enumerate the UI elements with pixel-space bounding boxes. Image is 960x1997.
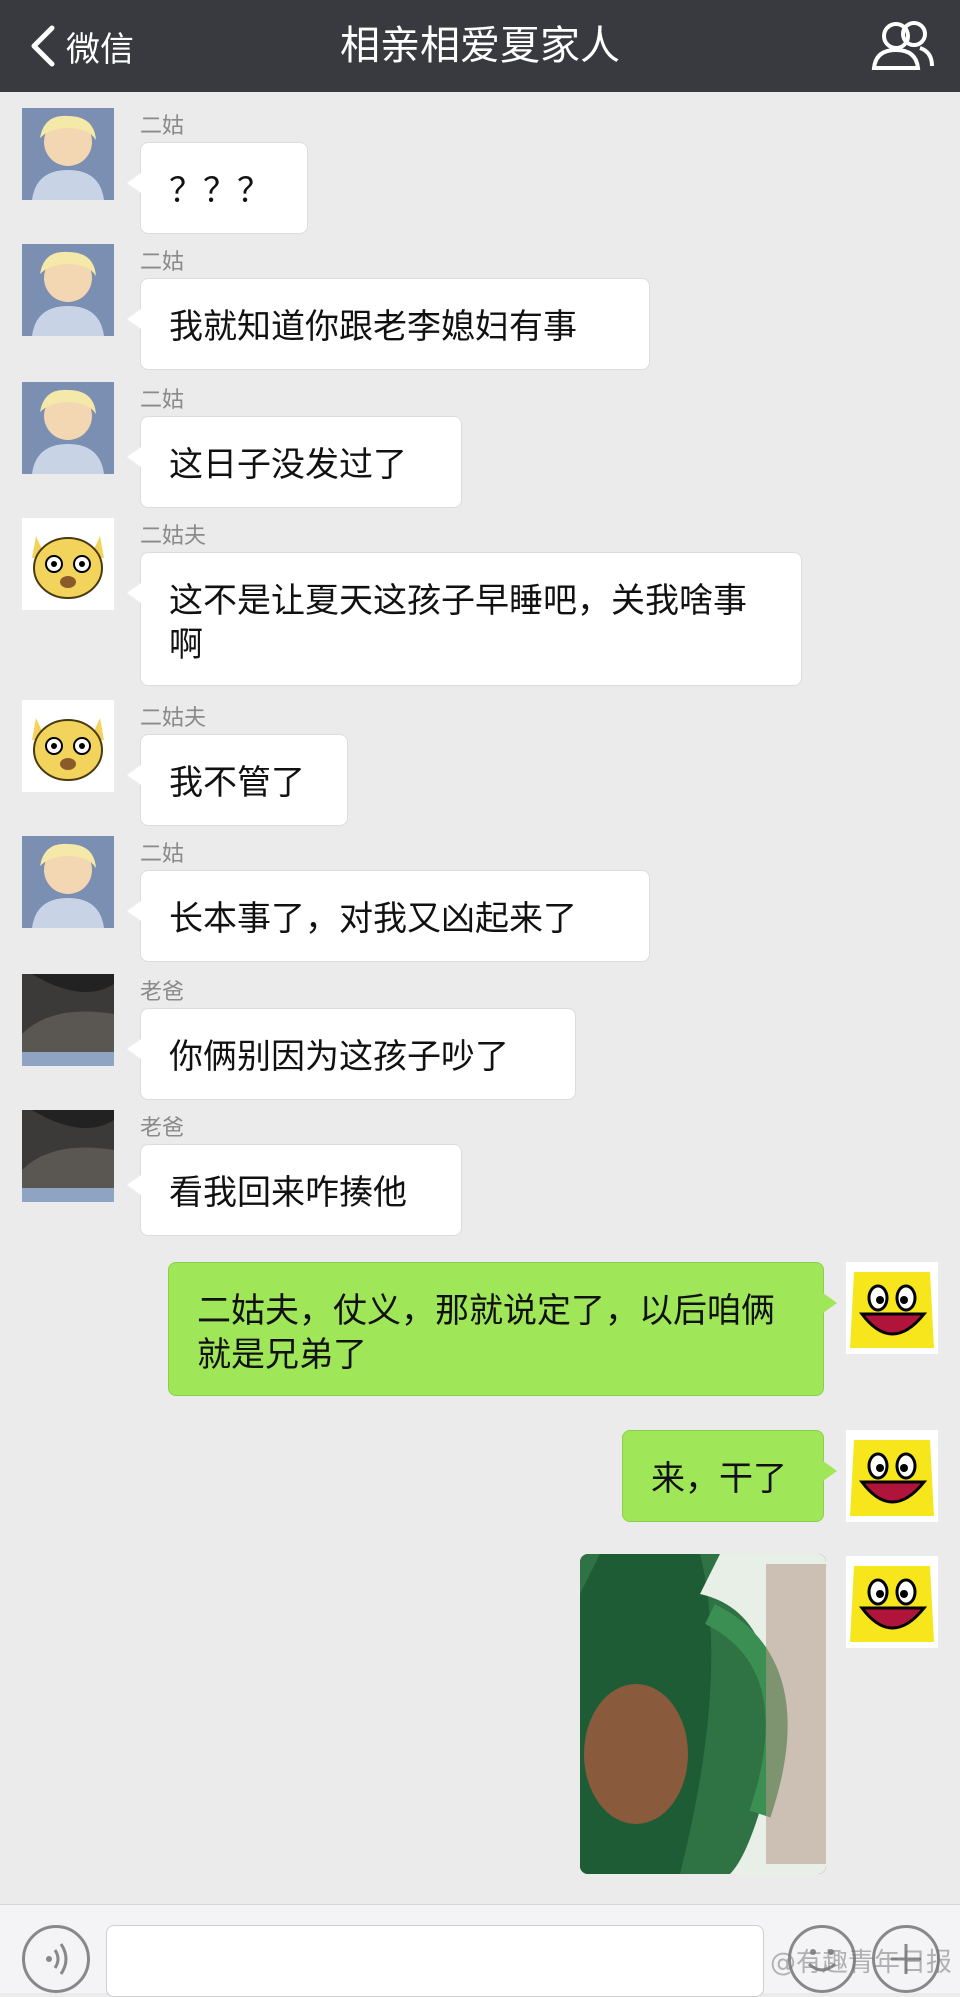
avatar-laoba[interactable]: [22, 1110, 114, 1202]
smiley-face-icon: [846, 1262, 938, 1354]
photo-message-green-can[interactable]: [580, 1554, 826, 1874]
woman-portrait-icon: [22, 108, 114, 200]
voice-icon: [46, 1943, 68, 1975]
woman-portrait-icon: [22, 382, 114, 474]
message-bubble[interactable]: ？？？: [127, 142, 308, 234]
avatar-ergu[interactable]: [22, 382, 114, 474]
avatar-erguzhu[interactable]: [22, 518, 114, 610]
message-bubble[interactable]: 这不是让夏天这孩子早睡吧，关我啥事啊: [127, 552, 802, 686]
dark-photo-icon: [22, 974, 114, 1066]
avatar-self[interactable]: [846, 1430, 938, 1522]
sender-name: 老爸: [140, 1116, 185, 1141]
avatar-ergu[interactable]: [22, 108, 114, 200]
dark-photo-icon: [22, 1110, 114, 1202]
chat-title: 相亲相爱夏家人: [340, 23, 620, 69]
cartoon-dog-icon: [22, 518, 114, 610]
avatar-self[interactable]: [846, 1556, 938, 1648]
chat-header: 微信 相亲相爱夏家人: [0, 0, 960, 92]
sender-name: 老爸: [140, 980, 185, 1005]
message-bubble-outgoing[interactable]: 二姑夫，仗义，那就说定了，以后咱俩就是兄弟了: [168, 1262, 837, 1396]
smiley-face-icon: [846, 1430, 938, 1522]
sender-name: 二姑夫: [140, 706, 207, 731]
sender-name: 二姑夫: [140, 524, 207, 549]
green-can-photo-icon: [580, 1554, 826, 1874]
avatar-ergu[interactable]: [22, 244, 114, 336]
avatar-ergu[interactable]: [22, 836, 114, 928]
group-members-icon[interactable]: [870, 20, 936, 72]
cartoon-dog-icon: [22, 700, 114, 792]
message-bubble[interactable]: 你俩别因为这孩子吵了: [127, 1008, 576, 1100]
sender-name: 二姑: [140, 250, 185, 275]
message-bubble-outgoing[interactable]: 来，干了: [622, 1430, 837, 1522]
smiley-face-icon: [846, 1556, 938, 1648]
message-bubble[interactable]: 这日子没发过了: [127, 416, 462, 508]
message-input[interactable]: [106, 1925, 764, 1997]
woman-portrait-icon: [22, 244, 114, 336]
message-bubble[interactable]: 长本事了，对我又凶起来了: [127, 870, 650, 962]
message-bubble[interactable]: 我就知道你跟老李媳妇有事: [127, 278, 650, 370]
message-bubble[interactable]: 我不管了: [127, 734, 348, 826]
avatar-self[interactable]: [846, 1262, 938, 1354]
woman-portrait-icon: [22, 836, 114, 928]
avatar-laoba[interactable]: [22, 974, 114, 1066]
watermark-text: @有趣青年日报: [770, 1948, 953, 1978]
avatar-erguzhu[interactable]: [22, 700, 114, 792]
voice-toggle-button[interactable]: [22, 1925, 90, 1993]
message-bubble[interactable]: 看我回来咋揍他: [127, 1144, 462, 1236]
sender-name: 二姑: [140, 114, 185, 139]
sender-name: 二姑: [140, 842, 185, 867]
sender-name: 二姑: [140, 388, 185, 413]
